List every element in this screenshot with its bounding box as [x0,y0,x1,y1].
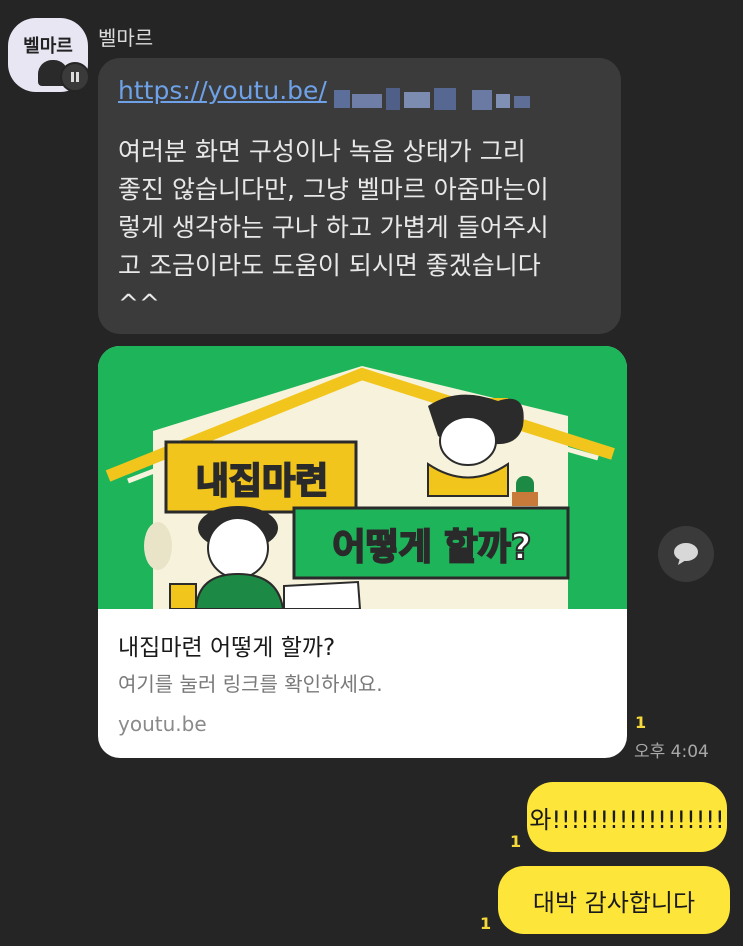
preview-domain: youtu.be [118,712,207,736]
profile-badge-icon [60,62,90,92]
share-icon [674,543,698,565]
outgoing-unread-count: 1 [510,832,522,851]
message-text: 여러분 화면 구성이나 녹음 상태가 그리 좋진 않습니다만, 그냥 벨마르 아… [118,137,549,318]
preview-subtitle: 여기를 눌러 링크를 확인하세요. [118,672,383,696]
redacted-url-part [334,88,534,110]
link-preview-card[interactable]: 내집마련 어떻게 할까? 내집마련 어떻게 할까? 여기를 눌러 링크를 확인하… [98,346,627,758]
thumbnail-caption-2: 어떻게 할까? [331,526,532,569]
preview-thumbnail: 내집마련 어떻게 할까? [98,346,627,610]
thumbnail-caption-1: 내집마련 [195,460,329,503]
share-button[interactable] [658,526,714,582]
avatar-label: 벨마르 [23,36,73,57]
outgoing-message-bubble[interactable]: 대박 감사합니다 [498,866,730,934]
sender-name: 벨마르 [98,26,154,50]
message-link[interactable]: https://youtu.be/ [118,76,327,105]
preview-title: 내집마련 어떻게 할까? [118,635,336,661]
outgoing-unread-count: 1 [480,914,492,933]
outgoing-message-bubble[interactable]: 와!!!!!!!!!!!!!!!!!! [527,782,727,852]
message-time: 오후 4:04 [634,742,709,762]
incoming-unread-count: 1 [635,713,647,732]
